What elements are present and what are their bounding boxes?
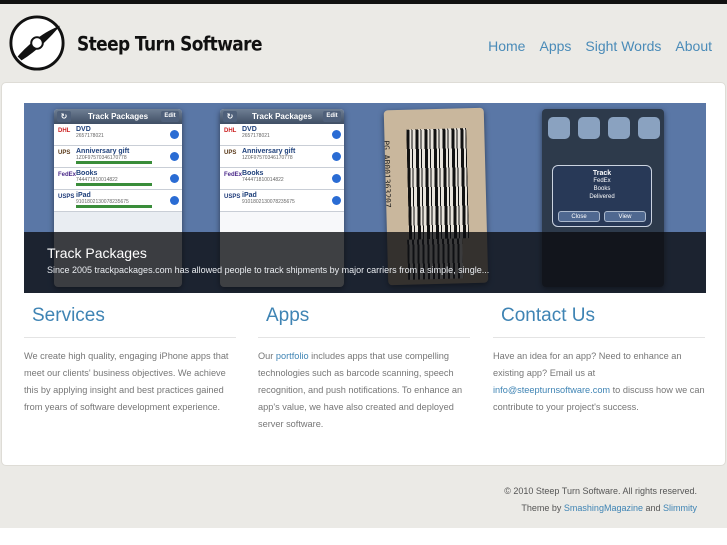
fedex-logo: FedEx bbox=[224, 172, 243, 178]
email-link[interactable]: info@steepturnsoftware.com bbox=[493, 385, 610, 395]
content-panel: ↻ Track Packages Edit DHL DVD 2657178021… bbox=[1, 82, 726, 466]
disclosure-icon bbox=[170, 152, 179, 161]
alert-title: Track bbox=[592, 170, 612, 177]
caption-text: Since 2005 trackpackages.com has allowed… bbox=[47, 265, 490, 275]
dhl-logo: DHL bbox=[58, 128, 71, 134]
edit-button: Edit bbox=[161, 111, 179, 122]
list-item: UPS Anniversary gift 1Z0F97570346170778 bbox=[54, 146, 182, 168]
image-slider[interactable]: ↻ Track Packages Edit DHL DVD 2657178021… bbox=[24, 103, 706, 293]
phone-title: Track Packages bbox=[87, 112, 149, 121]
nav-home[interactable]: Home bbox=[488, 38, 525, 54]
slider-caption: Track Packages Since 2005 trackpackages.… bbox=[24, 232, 706, 293]
package-name: iPad bbox=[242, 192, 257, 199]
services-heading: Services bbox=[24, 305, 236, 338]
alert-line: Delivered bbox=[589, 194, 615, 200]
ups-logo: UPS bbox=[224, 150, 237, 156]
top-bar bbox=[0, 0, 727, 4]
usps-logo: USPS bbox=[224, 194, 241, 200]
footer: © 2010 Steep Turn Software. All rights r… bbox=[504, 483, 697, 517]
package-name: iPad bbox=[76, 192, 91, 199]
progress-bar bbox=[76, 161, 152, 164]
apps-text-before: Our bbox=[258, 351, 276, 361]
disclosure-icon bbox=[170, 174, 179, 183]
dhl-logo: DHL bbox=[224, 128, 237, 134]
package-name: Anniversary gift bbox=[76, 148, 130, 155]
tracking-number: 2657178021 bbox=[76, 133, 104, 139]
disclosure-icon bbox=[170, 130, 179, 139]
apps-text-after: includes apps that use compelling techno… bbox=[258, 351, 463, 429]
barcode-icon bbox=[406, 128, 470, 240]
apps-text: Our portfolio includes apps that use com… bbox=[258, 348, 470, 433]
app-icon bbox=[638, 117, 660, 139]
home-screen-icons bbox=[548, 117, 660, 139]
list-item: DHL DVD 2657178021 bbox=[54, 124, 182, 146]
main-nav: Home Apps Sight Words About bbox=[488, 38, 712, 54]
package-name: Anniversary gift bbox=[242, 148, 296, 155]
phone-title: Track Packages bbox=[251, 112, 313, 121]
refresh-icon: ↻ bbox=[57, 111, 71, 122]
apps-heading: Apps bbox=[258, 305, 470, 338]
disclosure-icon bbox=[332, 152, 341, 161]
app-icon bbox=[578, 117, 600, 139]
refresh-icon: ↻ bbox=[223, 111, 237, 122]
apps-column: Apps Our portfolio includes apps that us… bbox=[258, 305, 470, 433]
phone-nav-bar: ↻ Track Packages Edit bbox=[220, 109, 344, 124]
bottom-bar bbox=[0, 528, 727, 545]
progress-bar bbox=[76, 183, 152, 186]
package-name: DVD bbox=[76, 126, 91, 133]
alert-line: Books bbox=[593, 186, 611, 192]
list-item: UPS Anniversary gift 1Z0F97570346170778 bbox=[220, 146, 344, 168]
list-item: FedEx Books 744471810014822 bbox=[54, 168, 182, 190]
and-label: and bbox=[642, 503, 663, 513]
alert-view-button: View bbox=[604, 211, 646, 222]
tracking-number: 1Z0F97570346170778 bbox=[242, 155, 293, 161]
barcode-label: PG AB001363207 bbox=[383, 140, 393, 208]
smashingmagazine-link[interactable]: SmashingMagazine bbox=[564, 503, 643, 513]
services-text: We create high quality, engaging iPhone … bbox=[24, 351, 229, 412]
package-name: Books bbox=[76, 170, 98, 177]
ups-logo: UPS bbox=[58, 150, 71, 156]
contact-heading: Contact Us bbox=[493, 305, 705, 338]
disclosure-icon bbox=[332, 196, 341, 205]
clock-icon bbox=[608, 117, 630, 139]
theme-credit: Theme by SmashingMagazine and Slimmity bbox=[504, 500, 697, 517]
theme-by-label: Theme by bbox=[521, 503, 564, 513]
push-notification-alert: Track FedEx Books Delivered Close View bbox=[552, 165, 652, 227]
slimmity-link[interactable]: Slimmity bbox=[663, 503, 697, 513]
list-item: USPS iPad 9101802130078235675 bbox=[220, 190, 344, 212]
phone-nav-bar: ↻ Track Packages Edit bbox=[54, 109, 182, 124]
tracking-number: 2657178021 bbox=[242, 133, 270, 139]
nav-about[interactable]: About bbox=[675, 38, 712, 54]
list-item: FedEx Books 744471810014822 bbox=[220, 168, 344, 190]
fedex-logo: FedEx bbox=[58, 172, 77, 178]
alert-line: FedEx bbox=[593, 178, 611, 184]
alert-close-button: Close bbox=[558, 211, 600, 222]
services-column: Services We create high quality, engagin… bbox=[24, 305, 236, 416]
nav-apps[interactable]: Apps bbox=[539, 38, 571, 54]
progress-bar bbox=[76, 205, 152, 208]
disclosure-icon bbox=[332, 174, 341, 183]
brand-name[interactable]: Steep Turn Software bbox=[77, 33, 262, 56]
portfolio-link[interactable]: portfolio bbox=[276, 351, 309, 361]
caption-title: Track Packages bbox=[47, 245, 147, 261]
steep-turn-logo-icon[interactable] bbox=[8, 14, 66, 72]
app-icon bbox=[548, 117, 570, 139]
package-name: DVD bbox=[242, 126, 257, 133]
contact-text: Have an idea for an app? Need to enhance… bbox=[493, 348, 705, 416]
list-item: USPS iPad 9101802130078235675 bbox=[54, 190, 182, 212]
usps-logo: USPS bbox=[58, 194, 75, 200]
disclosure-icon bbox=[332, 130, 341, 139]
alert-buttons: Close View bbox=[558, 211, 646, 222]
contact-text-before: Have an idea for an app? Need to enhance… bbox=[493, 351, 682, 378]
contact-column: Contact Us Have an idea for an app? Need… bbox=[493, 305, 705, 416]
copyright: © 2010 Steep Turn Software. All rights r… bbox=[504, 486, 697, 496]
tracking-number: 744471810014822 bbox=[242, 177, 284, 183]
list-item: DHL DVD 2657178021 bbox=[220, 124, 344, 146]
edit-button: Edit bbox=[323, 111, 341, 122]
nav-sight-words[interactable]: Sight Words bbox=[585, 38, 661, 54]
disclosure-icon bbox=[170, 196, 179, 205]
package-name: Books bbox=[242, 170, 264, 177]
tracking-number: 9101802130078235675 bbox=[242, 199, 295, 205]
